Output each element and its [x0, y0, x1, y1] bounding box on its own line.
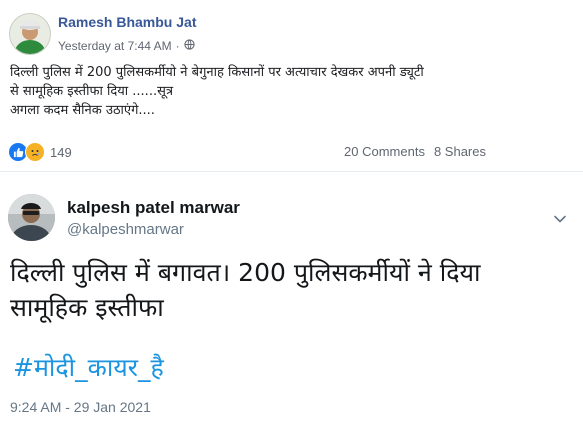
tweet-line: दिल्ली पुलिस में बगावत। 200 पुलिसकर्मीयो… — [10, 258, 481, 287]
tweet-line: सामूहिक इस्तीफा — [10, 293, 164, 322]
card-divider — [0, 171, 583, 172]
tweet-display-name[interactable]: kalpesh patel marwar — [67, 198, 240, 218]
sad-icon — [25, 142, 45, 162]
tweet-timestamp[interactable]: 9:24 AM - 29 Jan 2021 — [10, 399, 151, 415]
facebook-post: Ramesh Bhambu Jat Yesterday at 7:44 AM ·… — [0, 0, 583, 170]
fb-post-meta: Yesterday at 7:44 AM · — [58, 39, 195, 53]
fb-author-name[interactable]: Ramesh Bhambu Jat — [58, 14, 196, 30]
tweet-author-avatar[interactable] — [8, 194, 55, 241]
fb-shares-link[interactable]: 8 Shares — [434, 144, 486, 159]
fb-meta-separator: · — [175, 39, 180, 53]
fb-post-stats: 20 Comments 8 Shares — [344, 144, 486, 159]
fb-post-line: से सामूहिक इस्तीफा दिया ......सूत्र — [10, 84, 174, 99]
tweet-text: दिल्ली पुलिस में बगावत। 200 पुलिसकर्मीयो… — [10, 255, 575, 325]
fb-reactions[interactable]: 149 — [8, 142, 72, 162]
globe-icon — [184, 39, 195, 53]
fb-timestamp[interactable]: Yesterday at 7:44 AM — [58, 39, 172, 53]
chevron-down-icon[interactable] — [553, 212, 567, 226]
fb-comments-link[interactable]: 20 Comments — [344, 144, 425, 159]
tweet-handle[interactable]: @kalpeshmarwar — [67, 221, 184, 238]
fb-post-line: अगला कदम सैनिक उठाएंगे.... — [10, 103, 155, 118]
fb-post-line: दिल्ली पुलिस में 200 पुलिसकर्मीयो ने बेग… — [10, 65, 424, 80]
fb-post-text: दिल्ली पुलिस में 200 पुलिसकर्मीयो ने बेग… — [10, 63, 570, 120]
fb-reaction-count: 149 — [50, 144, 72, 160]
fb-author-avatar[interactable] — [9, 13, 51, 55]
tweet-hashtag[interactable]: #मोदी_कायर_है — [13, 350, 164, 384]
